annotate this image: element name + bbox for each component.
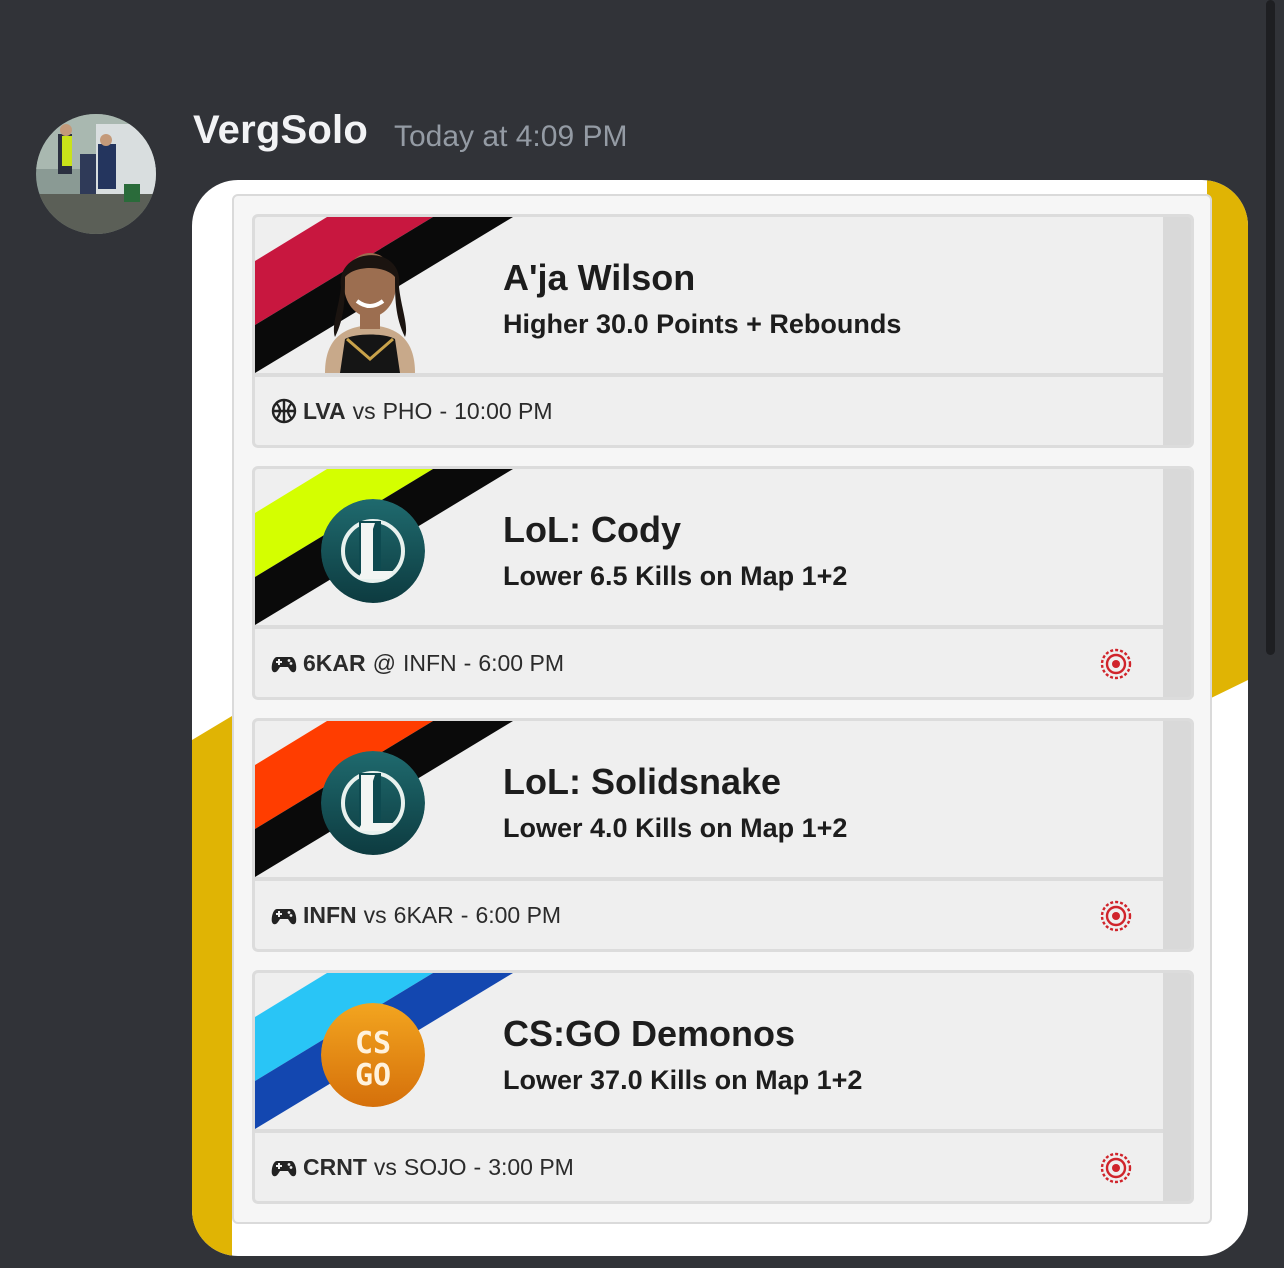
csgo-logo-icon: CS GO [321,1003,425,1107]
gamepad-icon [271,1161,297,1177]
pick-title: A'ja Wilson [503,257,696,298]
matchup-separator: vs [352,397,376,424]
game-time: 3:00 PM [488,1153,574,1180]
pick-direction: Lower [503,813,583,843]
pick-direction: Higher [503,309,589,339]
pick-card[interactable]: A'ja Wilson Higher 30.0 Points + Rebound… [252,214,1194,448]
opponent: 6KAR [393,901,454,928]
pick-direction: Lower [503,561,583,591]
matchup-separator: vs [363,901,387,928]
pick-title: LoL: Cody [503,509,681,550]
svg-text:GO: GO [355,1058,391,1093]
pick-title: LoL: Solidsnake [503,761,782,802]
card-edge [1163,721,1191,949]
player-photo [325,253,415,373]
pick-matchup-row: INFN vs 6KAR - 6:00 PM [255,881,1163,949]
game-time: 10:00 PM [454,397,553,424]
target-icon [1100,900,1132,932]
gamepad-icon [271,909,297,925]
team: LVA [303,397,346,424]
pick-stat: 6.5 Kills on Map 1+2 [590,561,848,591]
pick-header: CS GO CS:GO Demonos Lower 37.0 Kills on … [255,973,1163,1129]
card-edge [1163,973,1191,1201]
bet-slip-image[interactable]: A'ja Wilson Higher 30.0 Points + Rebound… [192,180,1248,1256]
opponent: SOJO [403,1153,467,1180]
target-icon [1100,1152,1132,1184]
matchup-separator: @ [372,649,396,676]
pick-matchup-row: LVA vs PHO - 10:00 PM [255,377,1163,445]
slip-panel: A'ja Wilson Higher 30.0 Points + Rebound… [232,194,1212,1224]
card-edge [1163,217,1191,445]
pick-stat: 30.0 Points + Rebounds [596,309,902,339]
opponent: PHO [382,397,433,424]
game-time: 6:00 PM [478,649,564,676]
scrollbar[interactable] [1266,0,1275,655]
gold-accent-bottom [192,716,232,1256]
pick-card[interactable]: LoL: Cody Lower 6.5 Kills on Map 1+2 6KA… [252,466,1194,700]
league-of-legends-logo-icon [321,751,425,855]
pick-stat: 37.0 Kills on Map 1+2 [590,1065,863,1095]
pick-card[interactable]: CS GO CS:GO Demonos Lower 37.0 Kills on … [252,970,1194,1204]
pick-title: CS:GO Demonos [503,1013,796,1054]
target-icon [1100,648,1132,680]
card-edge [1163,469,1191,697]
svg-text:CS: CS [355,1026,391,1061]
team: INFN [303,901,357,928]
basketball-icon [271,398,297,424]
avatar[interactable] [36,114,156,234]
pick-line: Lower 6.5 Kills on Map 1+2 [503,561,847,592]
team: 6KAR [303,649,366,676]
team: CRNT [303,1153,367,1180]
pick-stat: 4.0 Kills on Map 1+2 [590,813,848,843]
matchup-separator: vs [373,1153,397,1180]
pick-direction: Lower [503,1065,583,1095]
opponent: INFN [402,649,457,676]
pick-card[interactable]: LoL: Solidsnake Lower 4.0 Kills on Map 1… [252,718,1194,952]
gold-accent-top [1207,180,1248,700]
pick-matchup-row: 6KAR @ INFN - 6:00 PM [255,629,1163,697]
pick-matchup-row: CRNT vs SOJO - 3:00 PM [255,1133,1163,1201]
pick-header: A'ja Wilson Higher 30.0 Points + Rebound… [255,217,1163,373]
username[interactable]: VergSolo [193,108,368,153]
timestamp: Today at 4:09 PM [394,120,628,153]
pick-line: Lower 37.0 Kills on Map 1+2 [503,1065,862,1096]
game-time: 6:00 PM [475,901,562,928]
pick-header: LoL: Solidsnake Lower 4.0 Kills on Map 1… [255,721,1163,877]
gamepad-icon [271,657,297,673]
pick-line: Higher 30.0 Points + Rebounds [503,309,901,340]
pick-line: Lower 4.0 Kills on Map 1+2 [503,813,847,844]
league-of-legends-logo-icon [321,499,425,603]
pick-header: LoL: Cody Lower 6.5 Kills on Map 1+2 [255,469,1163,625]
